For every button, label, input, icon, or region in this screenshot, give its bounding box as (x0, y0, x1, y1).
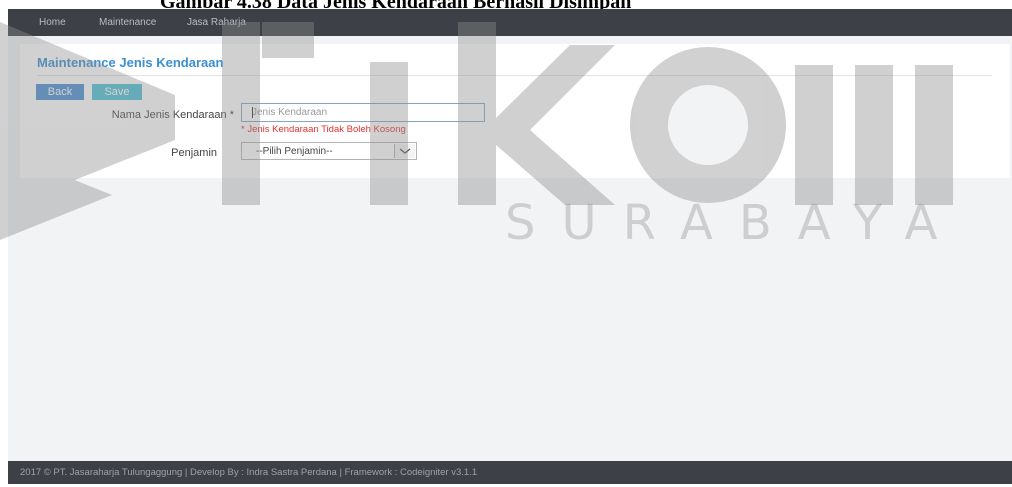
title-divider (37, 75, 992, 76)
text-cursor (252, 107, 253, 118)
top-navbar: Home Maintenance Jasa Raharja (8, 9, 1012, 36)
jenis-kendaraan-input[interactable] (241, 103, 485, 122)
nav-jasa-raharja[interactable]: Jasa Raharja (187, 17, 246, 28)
validation-error: * Jenis Kendaraan Tidak Boleh Kosong (241, 124, 406, 135)
nama-jenis-kendaraan-label: Nama Jenis Kendaraan * (111, 109, 234, 121)
penjamin-selected-value: --Pilih Penjamin-- (256, 146, 333, 157)
footer-text: 2017 © PT. Jasaraharja Tulungaggung | De… (20, 467, 478, 478)
chevron-down-icon[interactable] (394, 144, 415, 158)
save-button[interactable]: Save (92, 84, 142, 100)
nav-home[interactable]: Home (39, 17, 66, 28)
penjamin-label: Penjamin (171, 147, 217, 159)
nav-maintenance[interactable]: Maintenance (99, 17, 156, 28)
page-title: Maintenance Jenis Kendaraan (37, 55, 224, 70)
back-button[interactable]: Back (36, 84, 84, 100)
penjamin-select[interactable]: --Pilih Penjamin-- (241, 142, 417, 160)
footer: 2017 © PT. Jasaraharja Tulungaggung | De… (8, 461, 1012, 484)
